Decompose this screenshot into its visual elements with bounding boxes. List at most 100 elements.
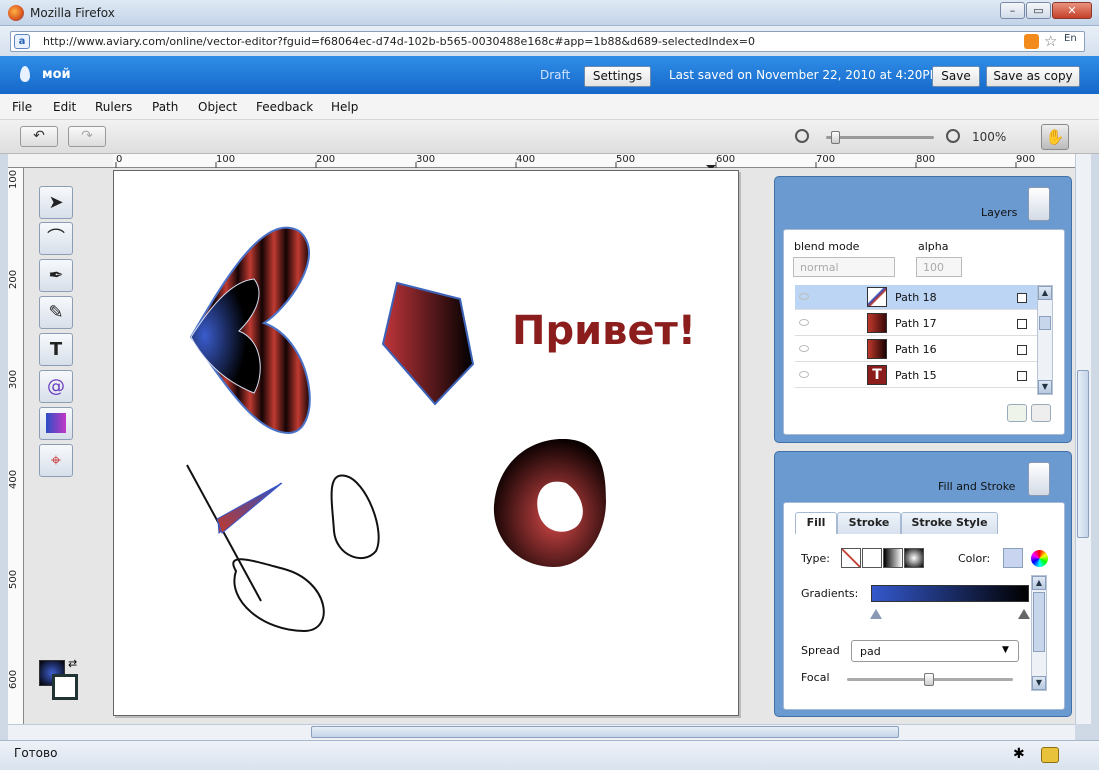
document-name[interactable]: мой — [42, 67, 71, 82]
focal-slider-thumb[interactable] — [924, 673, 934, 686]
url-field[interactable]: a http://www.aviary.com/online/vector-ed… — [10, 31, 1085, 52]
site-identity-icon[interactable]: a — [14, 34, 30, 49]
save-button[interactable]: Save — [932, 66, 980, 87]
scroll-up-icon[interactable]: ▲ — [1032, 576, 1046, 590]
transform-tool-button[interactable]: ⌖ — [39, 444, 73, 477]
eye-icon[interactable] — [799, 319, 809, 326]
color-wheel-icon[interactable] — [1031, 550, 1048, 567]
ruler-label: 700 — [816, 154, 836, 165]
menu-edit[interactable]: Edit — [53, 100, 76, 114]
alpha-select[interactable]: 100 — [916, 257, 962, 277]
maximize-button[interactable]: ▭ — [1026, 2, 1051, 19]
bookmark-star-icon[interactable]: ☆ — [1044, 32, 1057, 50]
layers-menu-button[interactable] — [1028, 187, 1050, 221]
blend-mode-select[interactable]: normal — [793, 257, 895, 277]
text-tool-button[interactable]: T — [39, 333, 73, 366]
scroll-up-icon[interactable]: ▲ — [1038, 286, 1052, 300]
close-button[interactable]: ✕ — [1052, 2, 1092, 19]
ruler-label: 600 — [8, 669, 19, 689]
zoom-level: 100% — [972, 130, 1007, 144]
main-vertical-scroll-thumb[interactable] — [1077, 370, 1089, 538]
layer-thumbnail — [867, 313, 887, 333]
menu-object[interactable]: Object — [198, 100, 237, 114]
spread-select[interactable]: pad ▼ — [851, 640, 1019, 662]
menu-rulers[interactable]: Rulers — [95, 100, 132, 114]
eye-icon[interactable] — [799, 371, 809, 378]
zoom-out-icon[interactable] — [795, 129, 809, 143]
fill-type-linear[interactable] — [883, 548, 903, 568]
zoom-slider-thumb[interactable] — [831, 131, 840, 144]
fill-type-radial[interactable] — [904, 548, 924, 568]
scroll-thumb[interactable] — [1033, 592, 1045, 652]
hand-tool-button[interactable]: ✋ — [1041, 124, 1069, 150]
layer-row[interactable]: Path 18 — [795, 285, 1037, 310]
menu-help[interactable]: Help — [331, 100, 358, 114]
fill-type-solid[interactable] — [862, 548, 882, 568]
zoom-in-icon[interactable] — [946, 129, 960, 143]
ruler-label: 900 — [1016, 154, 1036, 165]
scroll-thumb[interactable] — [1039, 316, 1051, 330]
translate-icon[interactable]: En — [1064, 33, 1077, 44]
minimize-button[interactable]: – — [1000, 2, 1025, 19]
gradient-stop-left[interactable] — [870, 609, 882, 619]
pencil-tool-button[interactable]: ✎ — [39, 296, 73, 329]
ruler-label: 500 — [8, 569, 19, 589]
layer-lock-checkbox[interactable] — [1017, 293, 1027, 303]
fill-type-none[interactable] — [841, 548, 861, 568]
layer-lock-checkbox[interactable] — [1017, 371, 1027, 381]
zoom-slider[interactable] — [826, 136, 934, 139]
shape-spiral[interactable] — [493, 343, 606, 567]
pen-tool-button[interactable]: ✒ — [39, 259, 73, 292]
menu-file[interactable]: File — [12, 100, 32, 114]
shape-loop-2[interactable] — [330, 474, 380, 560]
focal-label: Focal — [801, 671, 830, 684]
menu-feedback[interactable]: Feedback — [256, 100, 313, 114]
duplicate-layer-icon[interactable] — [1031, 404, 1051, 422]
new-layer-icon[interactable] — [1007, 404, 1027, 422]
scroll-down-icon[interactable]: ▼ — [1032, 676, 1046, 690]
canvas-text[interactable]: Привет! — [512, 308, 696, 354]
redo-button[interactable]: ↷ — [68, 126, 106, 147]
gradient-tool-button[interactable] — [39, 407, 73, 440]
tab-fill[interactable]: Fill — [795, 512, 837, 534]
save-as-copy-button[interactable]: Save as copy — [986, 66, 1080, 87]
settings-button[interactable]: Settings — [584, 66, 651, 87]
shape-loop-1[interactable] — [232, 558, 325, 633]
shape-heart[interactable] — [189, 226, 311, 435]
select-tool-button[interactable]: ➤ — [39, 186, 73, 219]
layer-lock-checkbox[interactable] — [1017, 345, 1027, 355]
fill-color-button[interactable] — [1003, 548, 1023, 568]
rss-icon[interactable] — [1024, 34, 1039, 49]
document-canvas[interactable]: Привет! — [113, 170, 739, 716]
gradient-bar[interactable] — [871, 585, 1029, 602]
fill-stroke-menu-button[interactable] — [1028, 462, 1050, 496]
tab-stroke[interactable]: Stroke — [837, 512, 901, 534]
layer-row[interactable]: Path 16 — [795, 337, 1037, 362]
layer-row[interactable]: Path 17 — [795, 311, 1037, 336]
layer-row[interactable]: T Path 15 — [795, 363, 1037, 388]
layers-scrollbar[interactable]: ▲ ▼ — [1037, 285, 1053, 395]
menu-path[interactable]: Path — [152, 100, 178, 114]
stroke-color-swatch[interactable] — [52, 674, 78, 700]
swap-colors-icon[interactable]: ⇄ — [68, 657, 77, 670]
ruler-label: 500 — [616, 154, 636, 165]
bug-icon[interactable]: ✱ — [1013, 746, 1025, 762]
shape-pentagon[interactable] — [381, 281, 475, 406]
layer-lock-checkbox[interactable] — [1017, 319, 1027, 329]
main-horizontal-scroll-thumb[interactable] — [311, 726, 899, 738]
gradient-stop-right[interactable] — [1018, 609, 1030, 619]
scroll-down-icon[interactable]: ▼ — [1038, 380, 1052, 394]
node-tool-button[interactable]: ⌒ — [39, 222, 73, 255]
ruler-label: 100 — [216, 154, 236, 165]
spiral-tool-button[interactable]: @ — [39, 370, 73, 403]
eye-icon[interactable] — [799, 293, 809, 300]
gradients-label: Gradients: — [801, 587, 859, 600]
fill-scrollbar[interactable]: ▲ ▼ — [1031, 575, 1047, 691]
undo-button[interactable]: ↶ — [20, 126, 58, 147]
tab-stroke-style[interactable]: Stroke Style — [901, 512, 998, 534]
ruler-label: 100 — [8, 169, 19, 189]
eye-icon[interactable] — [799, 345, 809, 352]
status-bar: Готово ✱ — [0, 740, 1099, 770]
layers-title: Layers — [981, 206, 1018, 219]
addon-icon[interactable] — [1041, 747, 1059, 763]
